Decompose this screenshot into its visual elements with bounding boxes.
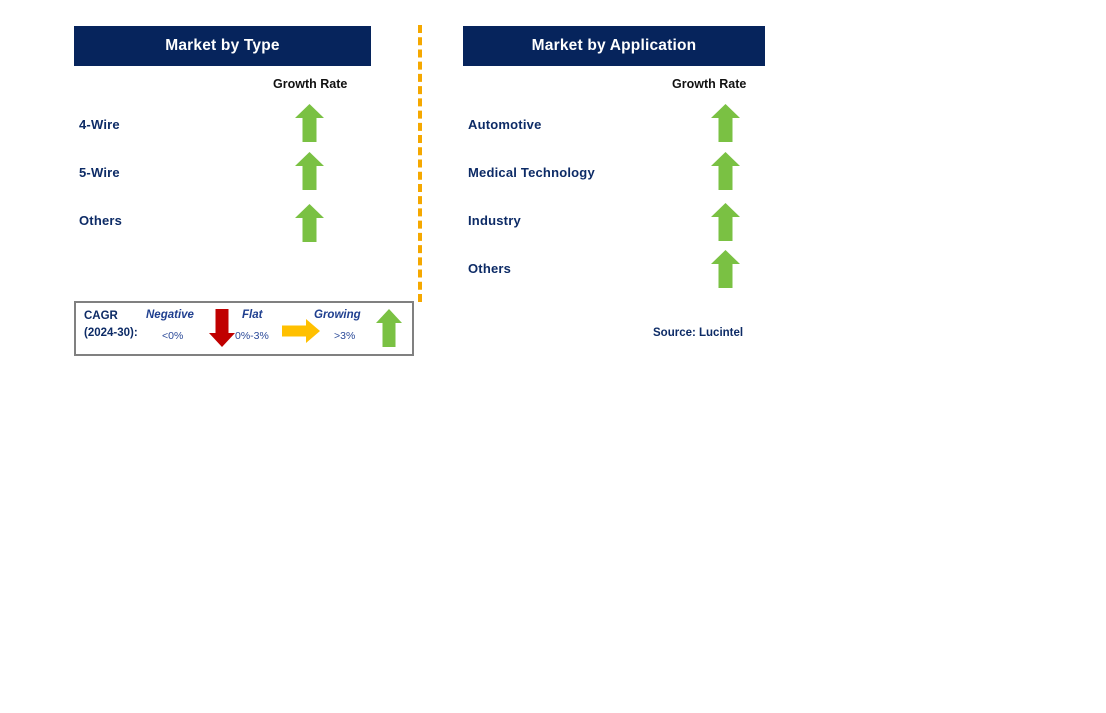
market-by-type-header: Market by Type [74,26,371,66]
growth-rate-column-header-application: Growth Rate [672,77,747,91]
legend-range-flat: 0%-3% [235,330,269,342]
arrow-up-icon [295,152,324,190]
row-label-others-type: Others [79,213,123,228]
arrow-up-icon [711,152,740,190]
row-label-medical-technology: Medical Technology [468,165,595,180]
legend-label-growing: Growing [314,309,361,321]
legend-title-line-2: (2024-30): [84,327,138,339]
legend-range-negative: <0% [162,330,184,342]
arrow-up-icon [711,104,740,142]
market-by-application-title: Market by Application [531,37,697,54]
legend-label-flat: Flat [242,309,263,321]
row-label-4-wire: 4-Wire [79,117,120,132]
arrow-up-icon [295,204,324,242]
arrow-right-icon [282,319,320,348]
arrow-up-icon [711,250,740,288]
legend-title-line-1: CAGR [84,310,118,322]
row-label-industry: Industry [468,213,521,228]
market-by-type-title: Market by Type [165,37,280,54]
legend-label-negative: Negative [146,309,194,321]
row-label-others-application: Others [468,261,512,276]
row-label-5-wire: 5-Wire [79,165,120,180]
arrow-up-icon [711,203,740,241]
arrow-up-icon [295,104,324,142]
cagr-legend: CAGR (2024-30): Negative <0% Flat 0%-3% … [74,301,414,356]
panel-divider [418,25,422,302]
growth-rate-column-header-type: Growth Rate [273,77,348,91]
market-by-application-panel: Market by Application Growth Rate Automo… [440,0,1106,713]
row-label-automotive: Automotive [468,117,542,132]
legend-range-growing: >3% [334,330,356,342]
market-by-type-panel: Market by Type Growth Rate 4-Wire 5-Wire… [0,0,440,713]
source-note: Source: Lucintel [653,327,744,339]
arrow-up-icon [376,309,402,352]
market-by-application-header: Market by Application [463,26,765,66]
arrow-down-icon [209,309,235,352]
